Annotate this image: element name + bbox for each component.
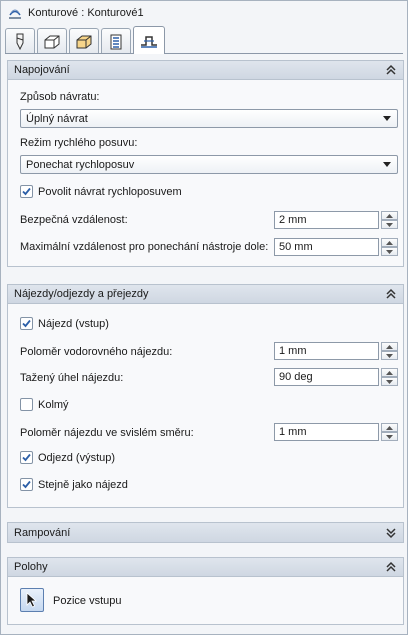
vert-radius-field[interactable]: 1 mm	[274, 423, 379, 441]
spin-down-icon	[386, 434, 393, 439]
lead-in-label: Nájezd (vstup)	[38, 317, 109, 330]
sweep-angle-field[interactable]: 90 deg	[274, 368, 379, 386]
vert-radius-spinner[interactable]: 1 mm	[274, 423, 398, 441]
tool-icon	[16, 33, 24, 50]
checkbox-box[interactable]	[20, 478, 33, 491]
linking-panel-header[interactable]: Napojování	[8, 61, 403, 80]
entry-position-button[interactable]	[20, 588, 44, 612]
lead-out-checkbox[interactable]: Odjezd (výstup)	[20, 451, 115, 464]
spin-down-button[interactable]	[381, 247, 398, 256]
same-as-lead-in-label: Stejně jako nájezd	[38, 478, 128, 491]
tab-baseline	[5, 53, 403, 54]
perpendicular-label: Kolmý	[38, 398, 69, 411]
linking-panel: Napojování Způsob návratu: Úplný návrat …	[7, 60, 404, 267]
positions-panel: Polohy Pozice vstupu	[7, 557, 404, 625]
spin-up-icon	[386, 240, 393, 245]
vert-radius-label: Poloměr nájezdu ve svislém směru:	[20, 427, 194, 439]
collapse-icon[interactable]	[385, 561, 397, 573]
linking-panel-title: Napojování	[14, 64, 70, 76]
spin-down-icon	[386, 379, 393, 384]
entry-position-label: Pozice vstupu	[53, 595, 122, 607]
spin-up-button[interactable]	[381, 368, 398, 377]
spin-down-icon	[386, 249, 393, 254]
rapid-select[interactable]: Ponechat rychloposuv	[20, 155, 398, 174]
check-icon	[22, 453, 31, 462]
spin-up-button[interactable]	[381, 423, 398, 432]
checkbox-box[interactable]	[20, 451, 33, 464]
spin-down-button[interactable]	[381, 220, 398, 229]
checkbox-box[interactable]	[20, 398, 33, 411]
dropdown-arrow-icon	[383, 116, 391, 121]
leads-panel: Nájezdy/odjezdy a přejezdy Nájezd (vstup…	[7, 284, 404, 508]
collapse-icon[interactable]	[385, 288, 397, 300]
spin-down-icon	[386, 353, 393, 358]
linking-icon	[141, 35, 157, 48]
dialog-frame: Konturové : Konturové1 Napojování Způsob…	[0, 0, 408, 635]
leads-panel-title: Nájezdy/odjezdy a přejezdy	[14, 288, 149, 300]
spin-down-icon	[386, 222, 393, 227]
lead-in-checkbox[interactable]: Nájezd (vstup)	[20, 317, 109, 330]
ramping-panel-title: Rampování	[14, 526, 71, 539]
tab-linking[interactable]	[133, 26, 165, 54]
spin-down-button[interactable]	[381, 377, 398, 386]
max-stay-down-label: Maximální vzdálenost pro ponechání nástr…	[20, 241, 269, 253]
spin-up-icon	[386, 425, 393, 430]
rapid-label: Režim rychlého posuvu:	[20, 137, 138, 149]
tab-heights[interactable]	[69, 28, 99, 54]
window-title: Konturové : Konturové1	[28, 7, 144, 19]
cube-icon	[44, 35, 60, 48]
tab-passes[interactable]	[101, 28, 131, 54]
pointer-arrow-icon	[26, 592, 38, 608]
check-icon	[22, 187, 31, 196]
sweep-angle-spinner[interactable]: 90 deg	[274, 368, 398, 386]
spin-up-icon	[386, 370, 393, 375]
positions-panel-title: Polohy	[14, 561, 48, 573]
title-bar: Konturové : Konturové1	[2, 2, 406, 24]
spin-up-icon	[386, 344, 393, 349]
allow-rapid-checkbox[interactable]: Povolit návrat rychloposuvem	[20, 185, 182, 198]
spin-up-icon	[386, 213, 393, 218]
check-icon	[22, 319, 31, 328]
retract-select-value: Úplný návrat	[26, 112, 88, 125]
max-stay-down-spinner[interactable]: 50 mm	[274, 238, 398, 256]
retract-label: Způsob návratu:	[20, 91, 100, 103]
stock-icon	[76, 35, 92, 48]
expand-icon[interactable]	[385, 527, 397, 539]
lead-out-label: Odjezd (výstup)	[38, 451, 116, 464]
spin-up-button[interactable]	[381, 238, 398, 247]
checkbox-box[interactable]	[20, 317, 33, 330]
spin-down-button[interactable]	[381, 351, 398, 360]
horiz-radius-label: Poloměr vodorovného nájezdu:	[20, 346, 173, 358]
sweep-angle-label: Tažený úhel nájezdu:	[20, 372, 124, 384]
rapid-select-value: Ponechat rychloposuv	[26, 158, 135, 171]
contour-operation-icon	[9, 9, 21, 19]
spin-down-button[interactable]	[381, 432, 398, 441]
positions-panel-header[interactable]: Polohy	[8, 558, 403, 577]
perpendicular-checkbox[interactable]: Kolmý	[20, 398, 69, 411]
spin-up-button[interactable]	[381, 211, 398, 220]
dropdown-arrow-icon	[383, 162, 391, 167]
ramping-panel-header[interactable]: Rampování	[8, 523, 403, 542]
checkbox-box[interactable]	[20, 185, 33, 198]
safe-distance-label: Bezpečná vzdálenost:	[20, 214, 128, 226]
horiz-radius-spinner[interactable]: 1 mm	[274, 342, 398, 360]
spin-up-button[interactable]	[381, 342, 398, 351]
safe-distance-spinner[interactable]: 2 mm	[274, 211, 398, 229]
collapse-icon[interactable]	[385, 64, 397, 76]
ramping-panel: Rampování	[7, 522, 404, 543]
retract-select[interactable]: Úplný návrat	[20, 109, 398, 128]
passes-icon	[110, 34, 122, 49]
tab-geometry[interactable]	[37, 28, 67, 54]
allow-rapid-label: Povolit návrat rychloposuvem	[38, 185, 182, 198]
tab-strip	[5, 26, 167, 54]
tab-tool[interactable]	[5, 28, 35, 54]
horiz-radius-field[interactable]: 1 mm	[274, 342, 379, 360]
same-as-lead-in-checkbox[interactable]: Stejně jako nájezd	[20, 478, 128, 491]
max-stay-down-field[interactable]: 50 mm	[274, 238, 379, 256]
check-icon	[22, 480, 31, 489]
leads-panel-header[interactable]: Nájezdy/odjezdy a přejezdy	[8, 285, 403, 304]
safe-distance-field[interactable]: 2 mm	[274, 211, 379, 229]
